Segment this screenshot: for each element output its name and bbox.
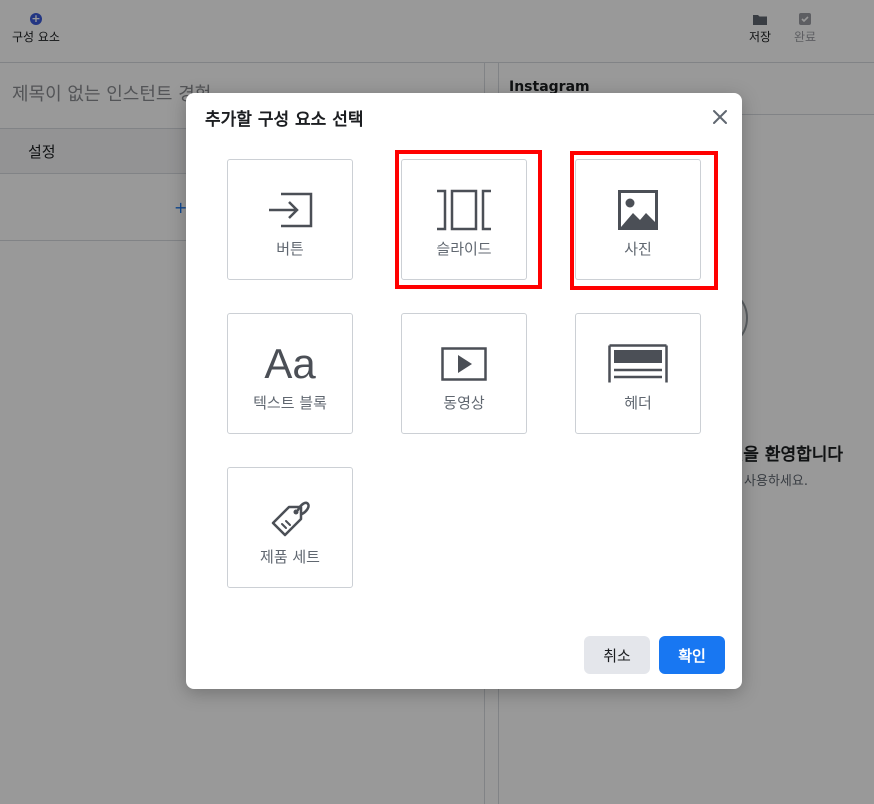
component-tile-header[interactable]: 헤더 <box>575 313 701 434</box>
component-tile-text-block[interactable]: Aa 텍스트 블록 <box>227 313 353 434</box>
component-label: 버튼 <box>276 240 304 258</box>
close-button[interactable] <box>708 105 732 129</box>
component-label: 제품 세트 <box>260 548 320 566</box>
photo-icon <box>618 190 658 230</box>
text-block-icon: Aa <box>264 340 316 387</box>
close-icon <box>713 110 727 124</box>
component-tile-slideshow[interactable]: 슬라이드 <box>401 159 527 280</box>
component-tile-button[interactable]: 버튼 <box>227 159 353 280</box>
slideshow-icon <box>437 189 491 231</box>
component-tile-video[interactable]: 동영상 <box>401 313 527 434</box>
component-tile-photo[interactable]: 사진 <box>575 159 701 280</box>
component-label: 헤더 <box>624 394 652 412</box>
component-tile-product-set[interactable]: 제품 세트 <box>227 467 353 588</box>
button-icon <box>269 192 313 228</box>
component-label: 동영상 <box>443 394 485 412</box>
header-icon <box>608 344 668 383</box>
component-label: 사진 <box>624 240 652 258</box>
dialog-title: 추가할 구성 요소 선택 <box>205 110 364 130</box>
video-icon <box>441 347 487 381</box>
component-label: 텍스트 블록 <box>253 394 327 412</box>
cancel-button[interactable]: 취소 <box>584 636 650 674</box>
confirm-button[interactable]: 확인 <box>659 636 725 674</box>
product-set-icon <box>271 501 310 537</box>
component-label: 슬라이드 <box>436 240 492 258</box>
component-picker-dialog: 추가할 구성 요소 선택 버튼 슬라이드 사진 Aa 텍스트 블록 동영상 헤더… <box>186 93 742 689</box>
